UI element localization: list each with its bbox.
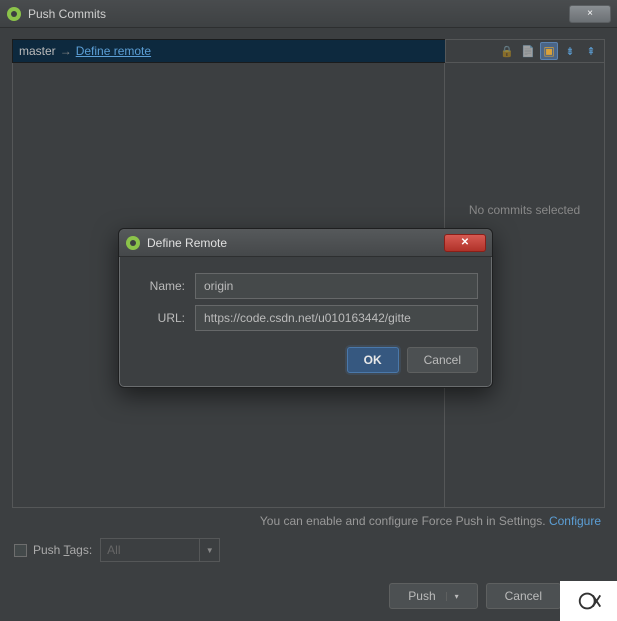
preview-toolbar [445,39,605,63]
expand-icon[interactable] [582,42,600,60]
chevron-down-icon: ▼ [199,539,219,561]
dialog-close-button[interactable]: ✕ [444,234,486,252]
define-remote-dialog: Define Remote ✕ Name: URL: OK Cancel [118,228,493,388]
hint-text: You can enable and configure Force Push … [260,514,549,528]
window-title: Push Commits [28,7,106,21]
push-button[interactable]: Push [389,583,477,609]
no-commits-text: No commits selected [469,203,580,217]
watermark-logo [560,581,617,621]
configure-link[interactable]: Configure [549,514,601,528]
app-icon [6,6,22,22]
app-icon [125,235,141,251]
push-tags-combo[interactable]: All ▼ [100,538,220,562]
ok-button[interactable]: OK [347,347,399,373]
name-label: Name: [133,279,185,293]
arrow-icon: → [60,44,72,58]
local-branch-name: master [19,44,56,58]
branch-selector[interactable]: master → Define remote [12,39,445,63]
window-titlebar: Push Commits × [0,0,617,28]
lock-icon[interactable] [498,42,516,60]
url-label: URL: [133,311,185,325]
dialog-cancel-button[interactable]: Cancel [407,347,478,373]
hint-row: You can enable and configure Force Push … [12,508,605,528]
remote-name-input[interactable] [195,273,478,299]
collapse-icon[interactable] [561,42,579,60]
define-remote-link[interactable]: Define remote [76,44,151,58]
push-tags-value: All [107,543,120,557]
remote-url-input[interactable] [195,305,478,331]
dialog-titlebar[interactable]: Define Remote ✕ [119,229,492,257]
push-tags-checkbox[interactable] [14,544,27,557]
show-diff-icon[interactable] [540,42,558,60]
push-tags-label: Push Tags: [33,543,92,557]
window-close-button[interactable]: × [569,5,611,23]
dialog-title: Define Remote [147,236,227,250]
document-icon[interactable] [519,42,537,60]
cancel-button[interactable]: Cancel [486,583,561,609]
